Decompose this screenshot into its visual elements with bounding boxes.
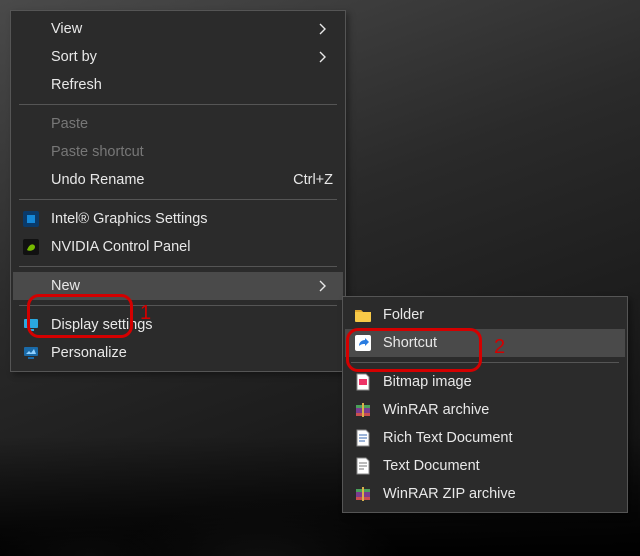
winrar-icon (353, 400, 373, 420)
submenu-item-folder[interactable]: Folder (345, 301, 625, 329)
menu-label: Paste (51, 116, 333, 132)
folder-icon (353, 305, 373, 325)
intel-icon (21, 209, 41, 229)
personalize-icon (21, 343, 41, 363)
menu-label: WinRAR archive (383, 402, 615, 418)
menu-label: Text Document (383, 458, 615, 474)
menu-item-paste: Paste (13, 110, 343, 138)
menu-separator (19, 199, 337, 200)
menu-label: Personalize (51, 345, 333, 361)
shortcut-icon (353, 333, 373, 353)
menu-item-refresh[interactable]: Refresh (13, 71, 343, 99)
chevron-right-icon (319, 23, 333, 35)
menu-separator (19, 266, 337, 267)
submenu-item-txt[interactable]: Text Document (345, 452, 625, 480)
chevron-right-icon (319, 280, 333, 292)
submenu-item-rtf[interactable]: Rich Text Document (345, 424, 625, 452)
submenu-item-shortcut[interactable]: Shortcut (345, 329, 625, 357)
chevron-right-icon (319, 51, 333, 63)
menu-hotkey: Ctrl+Z (293, 172, 333, 188)
menu-label: Paste shortcut (51, 144, 333, 160)
submenu-item-winrar[interactable]: WinRAR archive (345, 396, 625, 424)
nvidia-icon (21, 237, 41, 257)
menu-item-nvidia-control-panel[interactable]: NVIDIA Control Panel (13, 233, 343, 261)
menu-label: New (51, 278, 319, 294)
display-icon (21, 315, 41, 335)
menu-label: View (51, 21, 319, 37)
menu-item-intel-graphics[interactable]: Intel® Graphics Settings (13, 205, 343, 233)
menu-item-undo-rename[interactable]: Undo Rename Ctrl+Z (13, 166, 343, 194)
menu-label: Folder (383, 307, 615, 323)
txt-icon (353, 456, 373, 476)
desktop-context-menu: View Sort by Refresh Paste Paste shortcu… (10, 10, 346, 372)
menu-separator (19, 305, 337, 306)
new-submenu: Folder Shortcut Bitmap image WinRAR arch… (342, 296, 628, 513)
menu-label: NVIDIA Control Panel (51, 239, 333, 255)
menu-label: Bitmap image (383, 374, 615, 390)
rtf-icon (353, 428, 373, 448)
menu-item-display-settings[interactable]: Display settings (13, 311, 343, 339)
menu-item-new[interactable]: New (13, 272, 343, 300)
bitmap-icon (353, 372, 373, 392)
menu-item-view[interactable]: View (13, 15, 343, 43)
submenu-item-winrar-zip[interactable]: WinRAR ZIP archive (345, 480, 625, 508)
menu-label: Shortcut (383, 335, 615, 351)
menu-label: Refresh (51, 77, 333, 93)
menu-label: Rich Text Document (383, 430, 615, 446)
menu-label: Intel® Graphics Settings (51, 211, 333, 227)
winrar-zip-icon (353, 484, 373, 504)
menu-label: Undo Rename (51, 172, 293, 188)
menu-item-paste-shortcut: Paste shortcut (13, 138, 343, 166)
menu-item-personalize[interactable]: Personalize (13, 339, 343, 367)
menu-separator (351, 362, 619, 363)
submenu-item-bitmap[interactable]: Bitmap image (345, 368, 625, 396)
menu-label: Display settings (51, 317, 333, 333)
menu-label: WinRAR ZIP archive (383, 486, 615, 502)
menu-separator (19, 104, 337, 105)
menu-label: Sort by (51, 49, 319, 65)
menu-item-sort-by[interactable]: Sort by (13, 43, 343, 71)
